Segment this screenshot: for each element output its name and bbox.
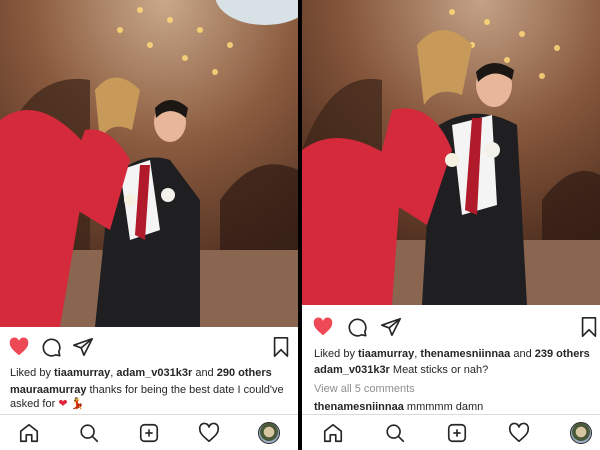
- likes-count[interactable]: 290 others: [217, 367, 272, 379]
- likes-summary: Liked by tiaamurray, adam_v031k3r and 29…: [10, 366, 292, 380]
- activity-heart-icon[interactable]: [198, 422, 220, 444]
- liker-username[interactable]: thenamesniinnaa: [420, 348, 510, 360]
- view-all-comments-link[interactable]: View all 5 comments: [314, 382, 594, 396]
- caption-continued: asked for ❤ 💃: [10, 397, 292, 411]
- search-icon[interactable]: [78, 422, 100, 444]
- caption: adam_v031k3r Meat sticks or nah?: [314, 363, 594, 377]
- liker-username[interactable]: tiaamurray: [358, 348, 414, 360]
- comment-icon[interactable]: [346, 316, 368, 338]
- bookmark-icon[interactable]: [578, 316, 600, 338]
- caption-text: Meat sticks or nah?: [389, 364, 489, 376]
- likes-and: and: [510, 348, 535, 360]
- comment-icon[interactable]: [40, 336, 62, 358]
- prom-photo-image: [302, 0, 600, 305]
- caption-text: thanks for being the best date I could'v…: [86, 384, 284, 396]
- like-heart-icon[interactable]: [312, 316, 334, 338]
- liker-username[interactable]: adam_v031k3r: [116, 367, 192, 379]
- post-photo[interactable]: [302, 0, 600, 305]
- comment-username[interactable]: thenamesniinnaa: [314, 401, 404, 413]
- bottom-tab-bar: [0, 414, 298, 450]
- bookmark-icon[interactable]: [270, 336, 292, 358]
- comment: thenamesniinnaa mmmmm damn: [314, 400, 594, 414]
- post-photo[interactable]: [0, 0, 298, 327]
- likes-summary: Liked by tiaamurray, thenamesniinnaa and…: [314, 347, 594, 361]
- likes-prefix: Liked by: [314, 348, 359, 360]
- activity-heart-icon[interactable]: [508, 422, 530, 444]
- profile-avatar-icon[interactable]: [258, 422, 280, 444]
- home-icon[interactable]: [322, 422, 344, 444]
- caption-text: asked for: [10, 398, 56, 410]
- likes-prefix: Liked by: [10, 367, 55, 379]
- new-post-icon[interactable]: [446, 422, 468, 444]
- comment-text: mmmmm damn: [403, 401, 484, 413]
- post-actions: [0, 332, 298, 368]
- share-icon[interactable]: [72, 336, 94, 358]
- caption: mauraamurray thanks for being the best d…: [10, 383, 292, 397]
- likes-count[interactable]: 239 others: [535, 348, 590, 360]
- like-heart-icon[interactable]: [8, 336, 30, 358]
- prom-photo-image: [0, 0, 298, 327]
- share-icon[interactable]: [380, 316, 402, 338]
- home-icon[interactable]: [18, 422, 40, 444]
- post-right: Liked by tiaamurray, thenamesniinnaa and…: [302, 0, 600, 450]
- bottom-tab-bar: [302, 414, 600, 450]
- post-left: Liked by tiaamurray, adam_v031k3r and 29…: [0, 0, 298, 450]
- post-actions: [302, 312, 600, 348]
- caption-username[interactable]: adam_v031k3r: [314, 364, 390, 376]
- dancer-emoji-icon: 💃: [70, 398, 85, 410]
- likes-and: and: [192, 367, 217, 379]
- caption-username[interactable]: mauraamurray: [10, 384, 86, 396]
- profile-avatar-icon[interactable]: [570, 422, 592, 444]
- search-icon[interactable]: [384, 422, 406, 444]
- red-heart-emoji-icon: ❤: [58, 398, 68, 410]
- new-post-icon[interactable]: [138, 422, 160, 444]
- liker-username[interactable]: tiaamurray: [54, 367, 110, 379]
